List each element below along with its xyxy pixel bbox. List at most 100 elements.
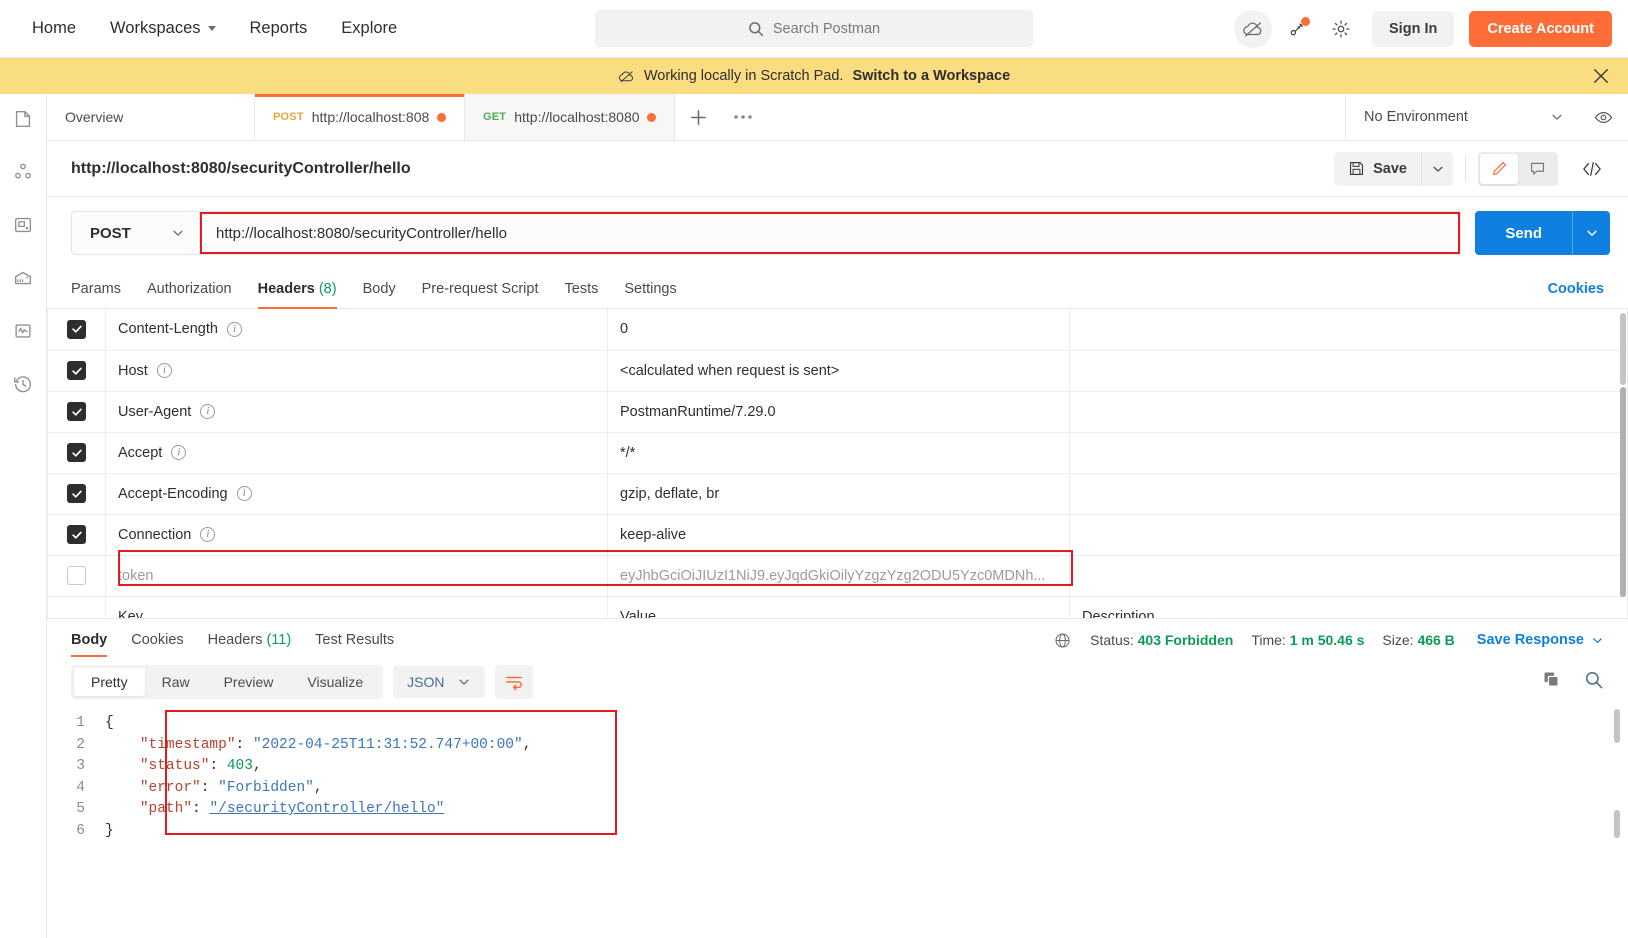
sidebar-item-history[interactable]	[12, 373, 34, 400]
tab-overview[interactable]: Overview	[47, 94, 255, 140]
table-row[interactable]: Accept i */*	[47, 432, 1628, 474]
header-value[interactable]: PostmanRuntime/7.29.0	[607, 391, 1070, 433]
create-account-button[interactable]: Create Account	[1469, 10, 1612, 47]
headers-scrollbar-thumb[interactable]	[1620, 387, 1626, 597]
response-tab-test-results[interactable]: Test Results	[315, 619, 394, 661]
tab-get-request[interactable]: GET http://localhost:8080/u	[465, 94, 675, 140]
tab-params[interactable]: Params	[71, 269, 121, 308]
tab-pre-request-script[interactable]: Pre-request Script	[422, 269, 539, 308]
info-icon[interactable]: i	[171, 445, 187, 460]
header-description[interactable]	[1069, 350, 1628, 392]
tab-settings[interactable]: Settings	[624, 269, 676, 308]
row-checkbox[interactable]	[67, 361, 86, 380]
notifications-button[interactable]	[1278, 10, 1316, 48]
nav-link-explore[interactable]: Explore	[331, 13, 407, 44]
search-response-button[interactable]	[1584, 670, 1604, 695]
headers-scrollbar[interactable]	[1620, 313, 1626, 385]
word-wrap-button[interactable]	[494, 665, 533, 699]
sidebar-item-monitors[interactable]	[12, 320, 34, 347]
cookies-link[interactable]: Cookies	[1548, 281, 1604, 297]
environment-quick-look-button[interactable]	[1578, 94, 1628, 140]
tab-headers[interactable]: Headers (8)	[257, 269, 337, 309]
view-raw-button[interactable]: Raw	[145, 668, 207, 696]
search-input[interactable]: Search Postman	[595, 10, 1033, 47]
tab-body[interactable]: Body	[363, 269, 396, 308]
code-snippet-button[interactable]	[1570, 152, 1614, 186]
response-format-selector[interactable]: JSON	[393, 666, 485, 698]
tab-authorization[interactable]: Authorization	[147, 269, 232, 308]
header-description[interactable]	[1069, 391, 1628, 433]
sidebar-item-mock-servers[interactable]	[12, 267, 34, 294]
sidebar-item-apis[interactable]	[12, 161, 34, 188]
view-visualize-button[interactable]: Visualize	[290, 668, 380, 696]
row-checkbox[interactable]	[67, 443, 86, 462]
info-icon[interactable]: i	[200, 404, 216, 419]
save-options-button[interactable]	[1421, 151, 1453, 186]
table-row[interactable]: Host i <calculated when request is sent>	[47, 350, 1628, 392]
http-method-selector[interactable]: POST	[72, 212, 200, 254]
sign-in-button[interactable]: Sign In	[1372, 10, 1455, 47]
header-description[interactable]	[1069, 432, 1628, 474]
response-tab-cookies[interactable]: Cookies	[131, 619, 183, 661]
header-description[interactable]	[1069, 473, 1628, 515]
row-checkbox[interactable]	[67, 525, 86, 544]
globe-icon[interactable]	[1053, 631, 1072, 650]
info-icon[interactable]: i	[200, 527, 216, 542]
header-value[interactable]: */*	[607, 432, 1070, 474]
edit-mode-button[interactable]	[1480, 153, 1518, 184]
new-value-input[interactable]: Value	[607, 596, 1070, 618]
response-tab-body[interactable]: Body	[71, 619, 108, 661]
info-icon[interactable]: i	[226, 321, 242, 337]
row-checkbox[interactable]	[67, 484, 86, 503]
table-row[interactable]: Accept-Encoding i gzip, deflate, br	[47, 473, 1628, 515]
environment-selector[interactable]: No Environment	[1346, 94, 1578, 140]
tab-tests[interactable]: Tests	[565, 269, 599, 308]
header-value[interactable]: 0	[607, 309, 1070, 351]
view-pretty-button[interactable]: Pretty	[74, 668, 145, 696]
banner-close-button[interactable]	[1590, 65, 1612, 87]
table-row[interactable]: token eyJhbGciOiJIUzI1NiJ9.eyJqdGkiOilyY…	[47, 555, 1628, 597]
copy-button[interactable]	[1541, 669, 1562, 695]
table-row-new[interactable]: Key Value Description	[47, 596, 1628, 618]
row-checkbox[interactable]	[67, 566, 86, 585]
settings-button[interactable]	[1322, 10, 1360, 48]
row-checkbox[interactable]	[67, 402, 86, 421]
header-value[interactable]: eyJhbGciOiJIUzI1NiJ9.eyJqdGkiOilyYzgzYzg…	[607, 555, 1070, 597]
nav-link-home[interactable]: Home	[22, 13, 86, 44]
json-value-link[interactable]: "/securityController/hello"	[209, 801, 444, 817]
code-content[interactable]: { "timestamp": "2022-04-25T11:31:52.747+…	[95, 713, 531, 842]
table-row[interactable]: Connection i keep-alive	[47, 514, 1628, 556]
send-button[interactable]: Send	[1475, 211, 1572, 255]
code-scrollbar[interactable]	[1614, 709, 1620, 743]
nav-link-workspaces[interactable]: Workspaces	[100, 13, 225, 44]
response-body-code[interactable]: 1 2 3 4 5 6 { "timestamp": "2022-04-25T1…	[47, 705, 1628, 938]
row-checkbox[interactable]	[67, 319, 86, 339]
switch-workspace-link[interactable]: Switch to a Workspace	[852, 68, 1010, 84]
new-tab-button[interactable]	[675, 94, 721, 140]
url-input[interactable]	[214, 223, 1447, 243]
header-description[interactable]	[1069, 309, 1628, 351]
tab-options-button[interactable]	[721, 94, 765, 140]
header-description[interactable]	[1069, 555, 1628, 597]
info-icon[interactable]: i	[236, 486, 252, 501]
code-editor[interactable]: 1 2 3 4 5 6 { "timestamp": "2022-04-25T1…	[47, 713, 1628, 842]
response-tab-headers[interactable]: Headers (11)	[208, 619, 292, 661]
header-description[interactable]	[1069, 514, 1628, 556]
header-value[interactable]: gzip, deflate, br	[607, 473, 1070, 515]
info-icon[interactable]: i	[156, 363, 172, 378]
view-preview-button[interactable]: Preview	[207, 668, 291, 696]
send-options-button[interactable]	[1572, 211, 1610, 255]
new-key-input[interactable]: Key	[105, 596, 608, 618]
save-response-button[interactable]: Save Response	[1477, 632, 1604, 648]
table-row[interactable]: Content-Length i 0	[47, 309, 1628, 351]
table-row[interactable]: User-Agent i PostmanRuntime/7.29.0	[47, 391, 1628, 433]
new-description-input[interactable]: Description	[1069, 596, 1628, 618]
code-scrollbar-secondary[interactable]	[1614, 810, 1620, 838]
header-value[interactable]: keep-alive	[607, 514, 1070, 556]
url-input-container[interactable]	[200, 212, 1461, 254]
sidebar-item-environments[interactable]	[12, 214, 34, 241]
comments-button[interactable]	[1518, 154, 1556, 184]
nav-link-reports[interactable]: Reports	[240, 13, 318, 44]
tab-post-request[interactable]: POST http://localhost:8080/	[255, 94, 465, 140]
cloud-offline-button[interactable]	[1234, 9, 1273, 48]
